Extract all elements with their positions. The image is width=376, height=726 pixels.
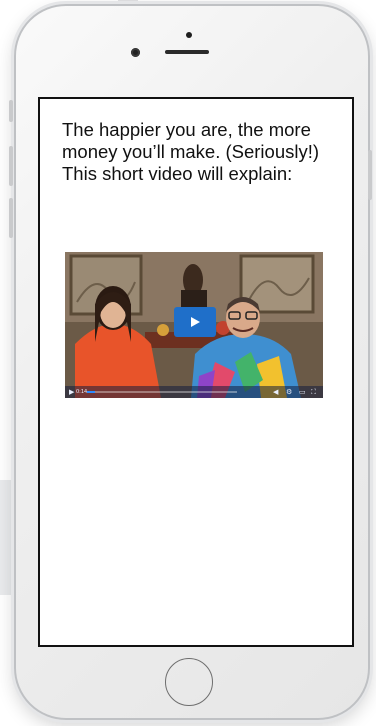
volume-icon[interactable]: ◀ <box>273 388 278 396</box>
front-camera <box>131 48 140 57</box>
play-button[interactable] <box>174 307 216 337</box>
phone-volume-up <box>9 146 13 186</box>
cast-icon[interactable]: ▭ <box>299 388 306 396</box>
phone-mute-switch <box>9 100 13 122</box>
home-button[interactable] <box>165 658 213 706</box>
video-progress-fill <box>87 391 95 393</box>
headline-text: The happier you are, the more money you’… <box>62 119 320 184</box>
play-icon <box>191 317 200 327</box>
video-controls-bar: ▶ 0:14 ◀ ⚙ ▭ ⛶ <box>65 386 323 398</box>
phone-power-button <box>368 150 372 200</box>
settings-icon[interactable]: ⚙ <box>286 388 292 396</box>
phone-sensor-dot <box>186 32 192 38</box>
play-small-icon[interactable]: ▶ <box>69 388 74 396</box>
video-player[interactable]: ▶ 0:14 ◀ ⚙ ▭ ⛶ <box>65 252 323 398</box>
video-time-label: 0:14 <box>76 389 88 395</box>
phone-screen: The happier you are, the more money you’… <box>38 97 354 647</box>
phone-speaker <box>165 50 209 54</box>
phone-volume-down <box>9 198 13 238</box>
fullscreen-icon[interactable]: ⛶ <box>311 388 316 396</box>
video-progress-bar[interactable] <box>87 391 237 393</box>
